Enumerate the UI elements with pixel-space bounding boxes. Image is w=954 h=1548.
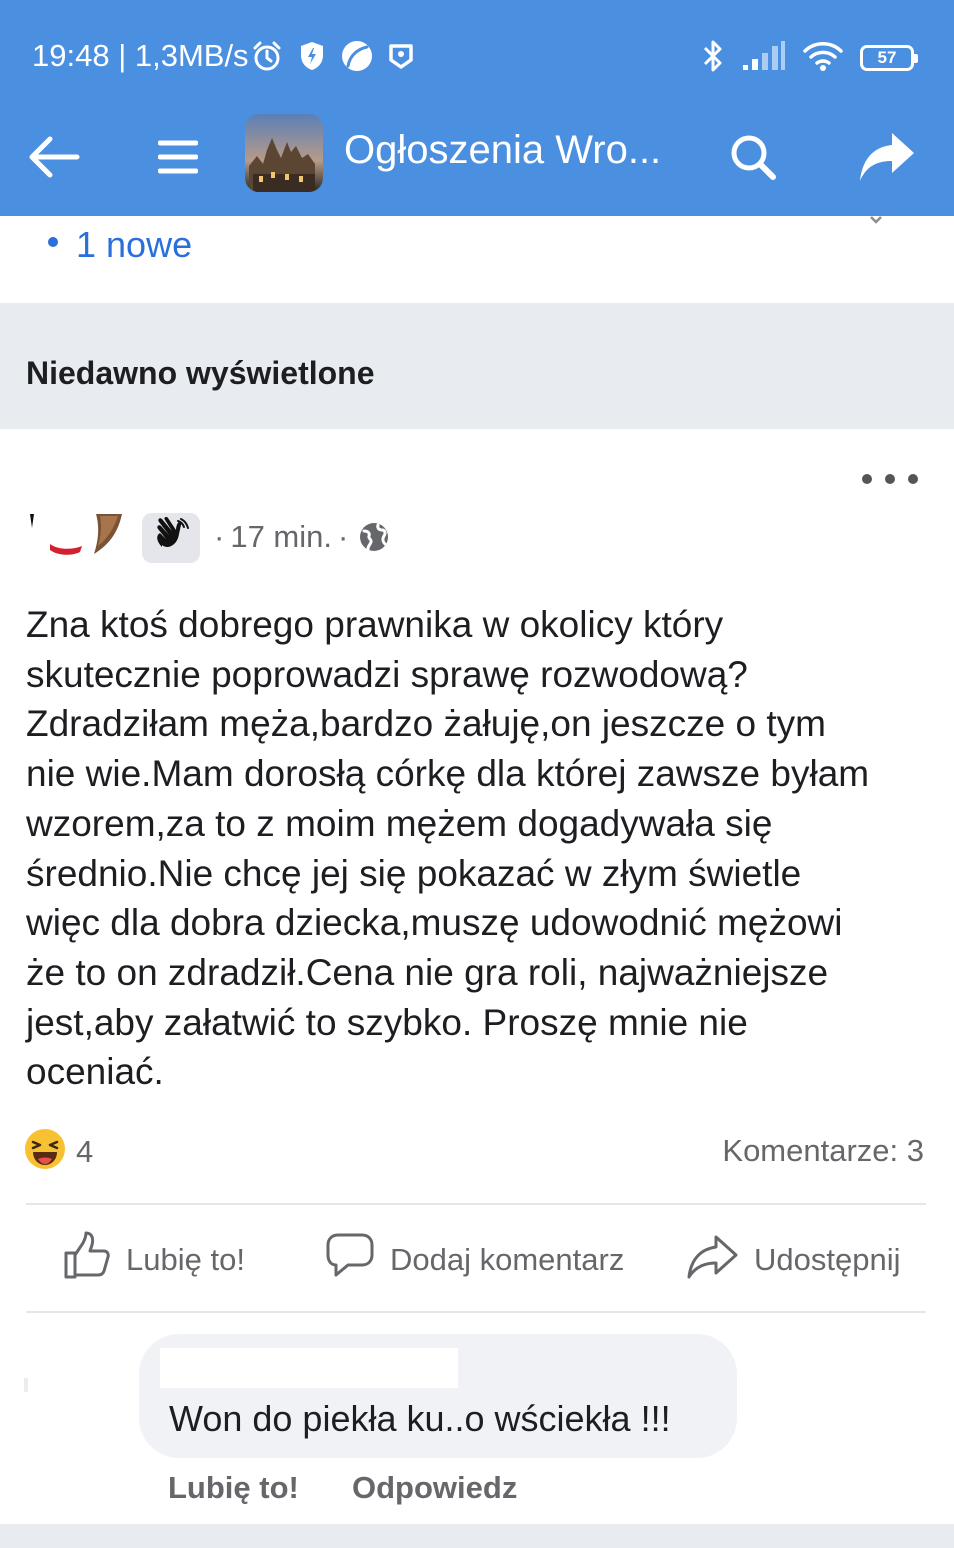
status-icons-right: 57 — [700, 38, 918, 78]
like-label: Lubię to! — [126, 1242, 245, 1277]
add-comment-button[interactable]: Dodaj komentarz — [324, 1230, 624, 1290]
reaction-count: 4 — [76, 1133, 94, 1169]
app-notification-icon — [388, 42, 414, 75]
comment-like-button[interactable]: Lubię to! — [168, 1470, 299, 1506]
back-button[interactable] — [18, 124, 88, 194]
globe-icon — [358, 521, 390, 553]
toolbar: Ogłoszenia Wro... — [0, 110, 954, 216]
more-dot — [862, 474, 872, 484]
comment-reply-button[interactable]: Odpowiedz — [352, 1470, 517, 1506]
comment-bubble-icon — [324, 1231, 376, 1289]
comment-bubble: Won do piekła ku..o wściekła !!! — [139, 1334, 737, 1458]
search-icon — [728, 132, 778, 187]
laughing-emoji-icon — [24, 1128, 66, 1175]
meta-separator: · — [214, 519, 225, 554]
bottom-separator — [0, 1524, 954, 1548]
status-bar: 19:48 | 1,3MB/s 57 — [0, 0, 954, 110]
comment-text: Won do piekła ku..o wściekła !!! — [169, 1398, 671, 1439]
new-posts-link[interactable]: 1 nowe — [76, 224, 192, 266]
battery-icon: 57 — [860, 45, 918, 71]
comment-avatar[interactable] — [24, 1378, 28, 1392]
share-button[interactable]: Udostępnij — [686, 1230, 900, 1290]
post-options-button[interactable] — [862, 462, 918, 496]
thumbs-up-icon — [62, 1231, 112, 1289]
chevron-down-icon — [870, 212, 882, 224]
share-arrow-icon — [686, 1231, 740, 1289]
share-page-button[interactable] — [852, 124, 922, 194]
signal-icon — [742, 40, 786, 76]
more-dot — [885, 474, 895, 484]
reactions-summary[interactable]: 4 — [24, 1128, 93, 1175]
shield-icon — [298, 40, 326, 77]
add-comment-label: Dodaj komentarz — [390, 1242, 625, 1277]
back-arrow-icon — [25, 134, 81, 185]
share-icon — [858, 131, 916, 188]
share-label: Udostępnij — [754, 1242, 901, 1277]
new-indicator-dot — [48, 237, 58, 247]
post-meta: · 17 min. · — [208, 519, 390, 555]
search-button[interactable] — [718, 124, 788, 194]
post-text: Zna ktoś dobrego prawnika w okolicy któr… — [26, 604, 870, 1093]
meta-separator: · — [338, 519, 349, 554]
waving-hand-icon — [152, 516, 190, 560]
comment-author-name-redacted[interactable] — [160, 1348, 458, 1388]
status-time: 19:48 | 1,3MB/s — [32, 38, 249, 73]
group-title[interactable]: Ogłoszenia Wro... — [344, 128, 661, 173]
menu-icon — [157, 137, 199, 182]
alarm-icon — [250, 39, 284, 78]
divider — [26, 1311, 926, 1313]
app-header: 19:48 | 1,3MB/s 57 Ogłoszenia Wro... — [0, 0, 954, 216]
wifi-icon — [802, 40, 844, 77]
leaf-icon — [340, 39, 374, 78]
divider — [26, 1203, 926, 1205]
section-header: Niedawno wyświetlone — [0, 303, 954, 429]
more-dot — [908, 474, 918, 484]
group-thumbnail[interactable] — [245, 114, 323, 192]
post-time[interactable]: 17 min. — [230, 519, 332, 555]
section-title: Niedawno wyświetlone — [26, 355, 375, 391]
menu-button[interactable] — [143, 124, 213, 194]
status-icons-left — [250, 38, 414, 78]
member-badge — [142, 513, 200, 563]
like-button[interactable]: Lubię to! — [62, 1230, 245, 1290]
bluetooth-icon — [700, 39, 726, 78]
author-avatar[interactable] — [26, 510, 126, 558]
comments-count[interactable]: Komentarze: 3 — [722, 1133, 924, 1169]
